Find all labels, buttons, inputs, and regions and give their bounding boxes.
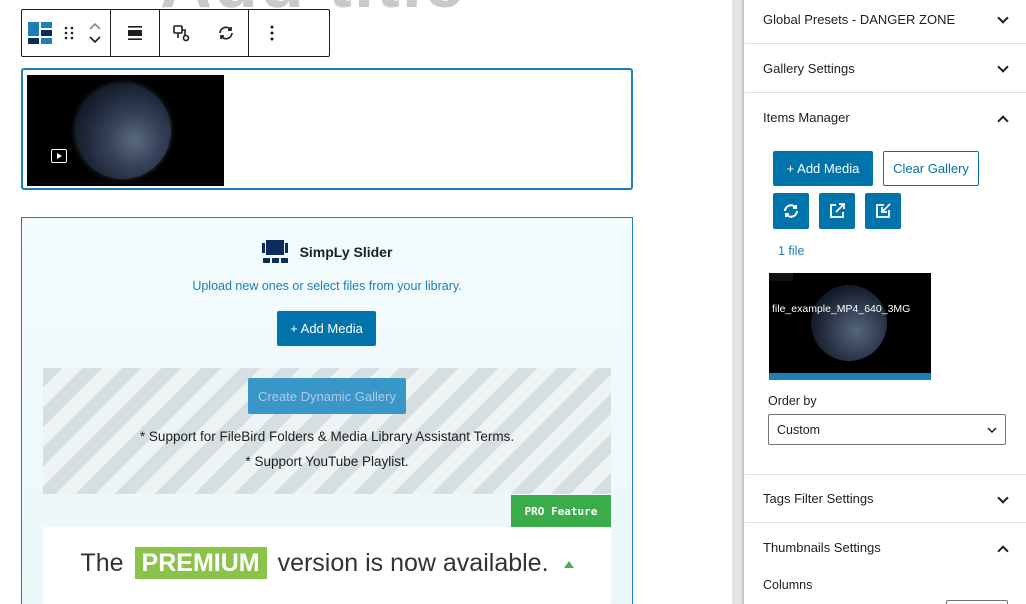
block-toolbar (21, 9, 330, 57)
video-thumbnail (27, 75, 224, 186)
toolbar-group-align (111, 10, 160, 56)
media-item-tab (769, 273, 793, 281)
toolbar-group-tools (160, 10, 249, 56)
slider-header: SimpLy Slider (22, 240, 632, 264)
panel-title: Thumbnails Settings (763, 540, 881, 555)
chevron-down-icon (998, 63, 1008, 73)
settings-sidebar: Global Presets - DANGER ZONE Gallery Set… (745, 0, 1026, 604)
upload-instructions[interactable]: Upload new ones or select files from you… (22, 279, 632, 293)
chevron-down-icon (998, 494, 1008, 504)
chevron-up-icon[interactable] (89, 19, 101, 33)
panel-title: Items Manager (763, 110, 850, 125)
simply-slider-block[interactable]: SimpLy Slider Upload new ones or select … (21, 217, 633, 604)
clear-gallery-button[interactable]: Clear Gallery (883, 151, 979, 186)
add-media-button[interactable]: + Add Media (277, 311, 376, 346)
order-by-label: Order by (768, 394, 817, 408)
slider-heading: SimpLy Slider (300, 244, 393, 260)
editor-canvas: Add title (0, 0, 732, 604)
import-icon[interactable] (865, 193, 901, 229)
chevron-up-icon (998, 113, 1008, 123)
media-item-bar (769, 373, 931, 380)
earth-image (75, 83, 171, 179)
columns-input[interactable] (946, 600, 1008, 604)
video-file-icon (51, 149, 67, 163)
toolbar-group-block (22, 10, 111, 56)
chevron-down-icon (998, 14, 1008, 24)
media-item[interactable]: file_example_MP4_640_3MG (769, 273, 931, 380)
chevron-up-icon (998, 543, 1008, 553)
toolbar-group-options (249, 10, 295, 56)
premium-line: The PREMIUM version is now available. (43, 549, 611, 578)
panel-tags-filter[interactable]: Tags Filter Settings (745, 474, 1026, 523)
columns-label: Columns (763, 578, 812, 592)
premium-notice: The PREMIUM version is now available. (43, 527, 611, 604)
earth-image (811, 285, 887, 361)
dynamic-gallery-area: Create Dynamic Gallery * Support for Fil… (43, 368, 611, 494)
slider-logo-icon (262, 240, 288, 264)
panel-thumbnails[interactable]: Thumbnails Settings (745, 523, 1026, 572)
support-line-youtube: * Support YouTube Playlist. (43, 454, 611, 469)
media-file-name: file_example_MP4_640_3MG (772, 303, 910, 315)
order-by-value: Custom (777, 423, 820, 437)
drag-handle-icon[interactable] (58, 10, 80, 56)
premium-prefix: The (81, 549, 124, 577)
chevron-down-icon (987, 427, 997, 433)
sidebar-scrollbar[interactable] (732, 0, 744, 604)
external-link-icon[interactable] (819, 193, 855, 229)
panel-gallery-settings[interactable]: Gallery Settings (745, 44, 1026, 93)
premium-tag: PREMIUM (135, 547, 267, 579)
more-options-icon[interactable] (249, 10, 295, 56)
video-block[interactable] (21, 68, 633, 190)
premium-suffix: version is now available. (278, 549, 549, 577)
arrow-up-icon[interactable] (564, 561, 574, 568)
slider-block-icon[interactable] (22, 10, 58, 56)
panel-global-presets[interactable]: Global Presets - DANGER ZONE (745, 0, 1026, 44)
panel-title: Gallery Settings (763, 61, 855, 76)
file-count: 1 file (778, 244, 804, 258)
panel-title: Global Presets - DANGER ZONE (763, 12, 955, 27)
pro-feature-badge: PRO Feature (511, 495, 611, 527)
order-by-select[interactable]: Custom (768, 414, 1006, 445)
align-icon[interactable] (111, 10, 159, 56)
panel-items-manager[interactable]: Items Manager (745, 93, 1026, 142)
block-movers (80, 10, 110, 56)
create-dynamic-gallery-button[interactable]: Create Dynamic Gallery (248, 378, 406, 414)
panel-title: Tags Filter Settings (763, 491, 874, 506)
support-line-filebird: * Support for FileBird Folders & Media L… (43, 429, 611, 444)
chevron-down-icon[interactable] (89, 33, 101, 47)
add-media-button[interactable]: + Add Media (773, 151, 873, 186)
replace-icon[interactable] (204, 10, 248, 56)
transform-icon[interactable] (160, 10, 204, 56)
refresh-icon[interactable] (773, 193, 809, 229)
